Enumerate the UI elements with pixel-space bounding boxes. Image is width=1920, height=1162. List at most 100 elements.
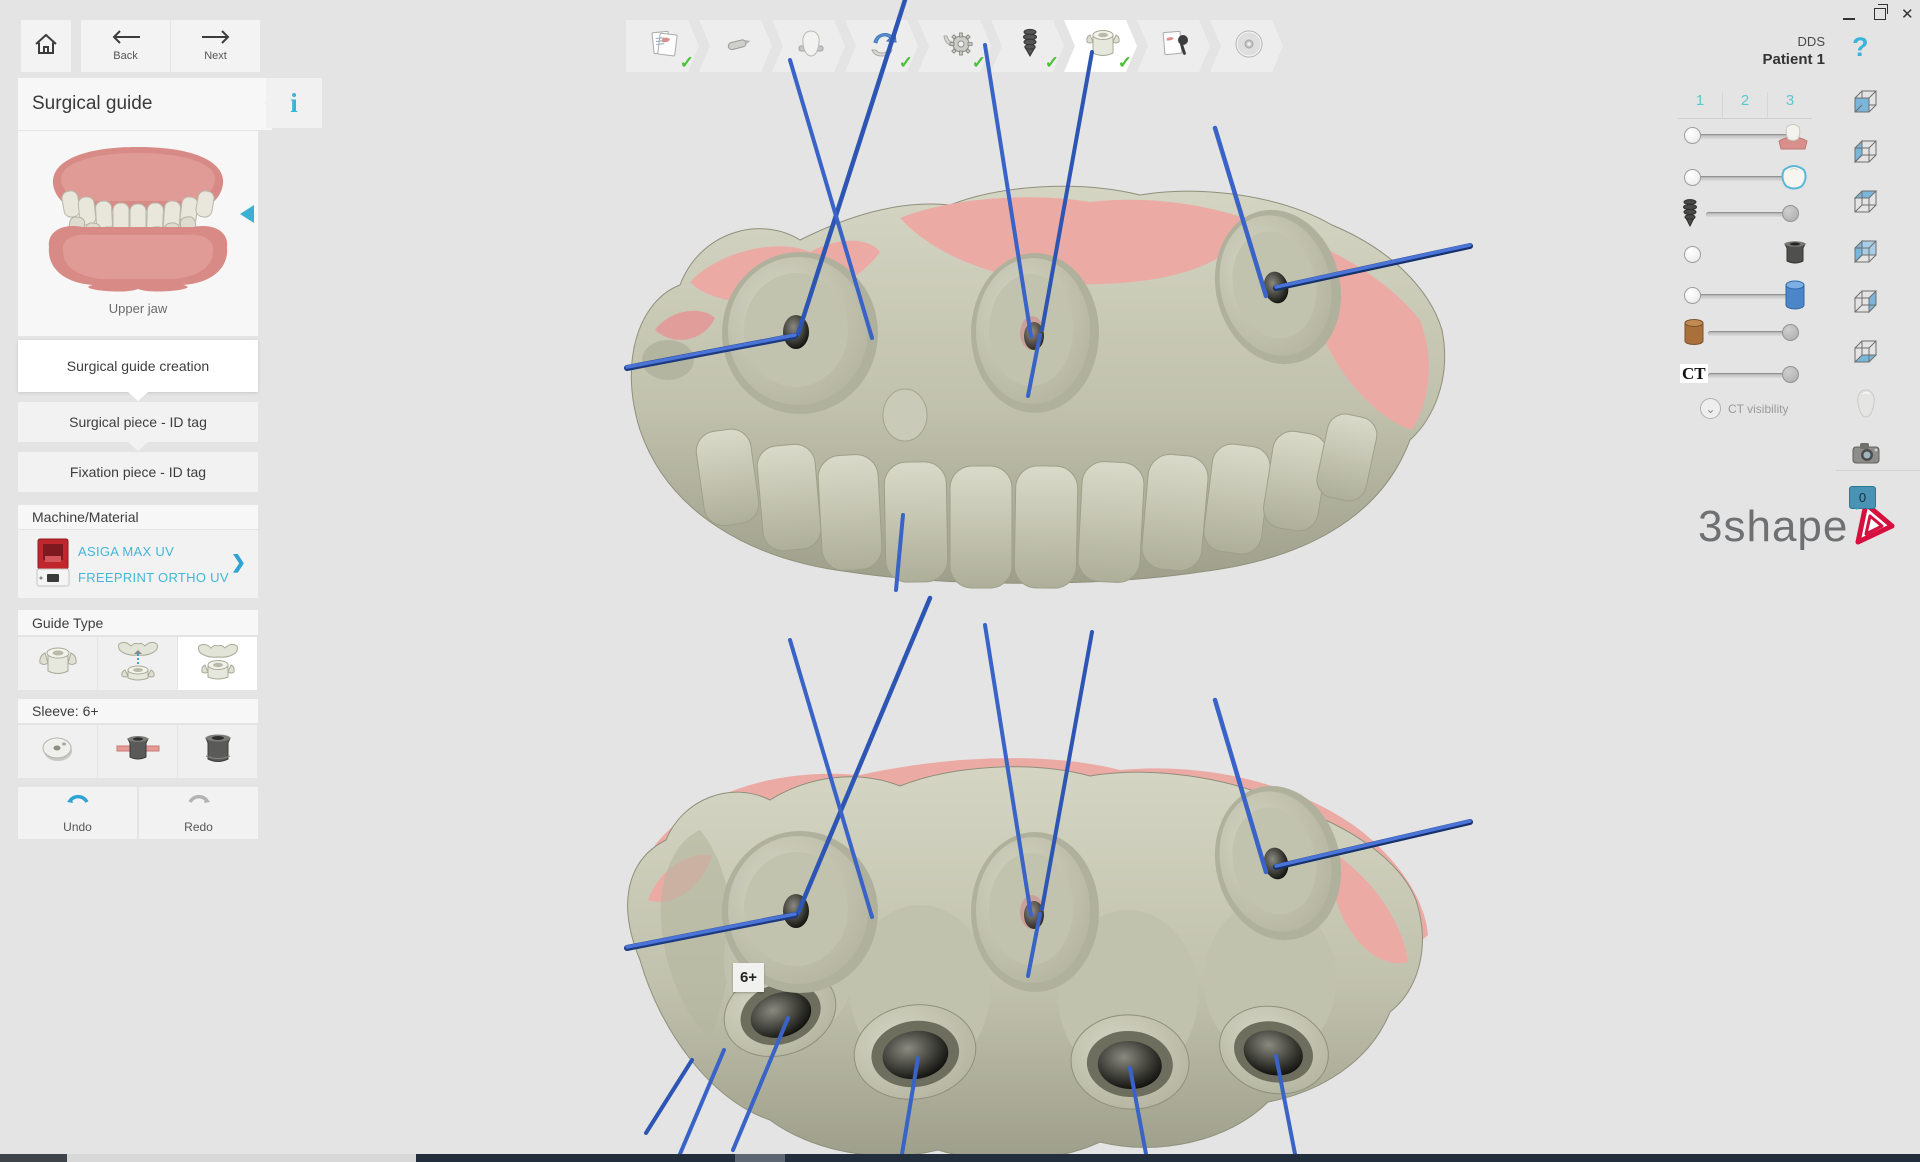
machine-material-item[interactable]: ASIGA MAX UV FREEPRINT ORTHO UV ❯ (18, 530, 258, 598)
back-arrow-icon (111, 30, 141, 49)
tab-3[interactable]: 3 (1768, 92, 1812, 118)
ct-visibility-toggle[interactable]: ⌄ CT visibility (1700, 398, 1788, 419)
patient-name: Patient 1 (1762, 51, 1825, 68)
slider-jaw-scan (1678, 119, 1818, 153)
machine-name: ASIGA MAX UV (78, 544, 174, 559)
case-prescription-icon (646, 29, 680, 64)
taskbar-edge (0, 1154, 1920, 1162)
implants-icon (1682, 198, 1698, 235)
view-cube-front[interactable] (1851, 87, 1879, 120)
check-icon: ✓ (972, 53, 986, 73)
close-icon: ✕ (1901, 6, 1914, 23)
tab-2[interactable]: 2 (1723, 92, 1768, 118)
sleeve-option-disc[interactable] (18, 725, 97, 778)
sleeve-option-sleeve-with-pin[interactable] (98, 725, 177, 778)
upper-jaw-model (627, 0, 1470, 590)
jaw-scan-slider-knob[interactable] (1684, 127, 1701, 144)
workflow-step-surgical-guide[interactable]: ✓ (1064, 20, 1137, 72)
undo-icon (65, 793, 91, 818)
jaw-preview-caption: Upper jaw (18, 301, 258, 316)
screenshot-camera-icon[interactable] (1851, 440, 1881, 471)
info-button[interactable]: i (266, 78, 322, 128)
upper-teeth (694, 411, 1380, 589)
patient-role: DDS (1762, 34, 1825, 49)
undo-label: Undo (63, 820, 92, 834)
pins-slider-track[interactable] (1708, 331, 1790, 336)
slider-sleeves (1678, 238, 1818, 272)
view-cube-back[interactable] (1851, 237, 1879, 270)
close-button[interactable]: ✕ (1901, 5, 1914, 23)
implant-studio-window: { "top_nav": { "back_label": "Back", "ne… (0, 0, 1920, 1162)
redo-icon (186, 793, 212, 818)
viewport-3d[interactable] (0, 0, 1920, 1162)
minimize-button[interactable] (1843, 12, 1857, 22)
workflow-step-scan-alignment[interactable]: ✓ (845, 20, 918, 72)
sleeve-option-sleeve[interactable] (178, 725, 257, 778)
sidebar-step-fixation-piece-id-tag[interactable]: Fixation piece - ID tag (18, 452, 258, 492)
sleeve-plain-icon (198, 732, 238, 771)
tooth-view-icon[interactable] (1851, 388, 1881, 425)
workflow-step-id-tags-report[interactable] (1137, 20, 1210, 72)
home-button[interactable] (21, 20, 71, 72)
patient-info: DDS Patient 1 (1762, 34, 1825, 68)
slider-pins (1678, 316, 1818, 350)
undo-button[interactable]: Undo (18, 787, 137, 839)
export-disc-icon (1229, 28, 1265, 65)
info-icon: i (290, 88, 298, 119)
guide-type-two-piece-separated[interactable] (98, 637, 177, 690)
annotation-count-badge[interactable]: 0 (1849, 486, 1876, 509)
pins-slider-knob[interactable] (1782, 324, 1799, 341)
sleeves-slider-knob[interactable] (1684, 246, 1701, 263)
slider-guide (1678, 279, 1818, 313)
workflow-step-anatomy[interactable] (772, 20, 845, 72)
view-cube-bottom[interactable] (1851, 337, 1879, 370)
guide-slider-track[interactable] (1692, 294, 1788, 299)
guide-type-two-piece[interactable] (178, 637, 257, 690)
ct-slider-track[interactable] (1708, 373, 1790, 378)
jaw-flip-arrow[interactable] (240, 205, 254, 223)
workflow-step-case-prescription[interactable]: ✓ (626, 20, 699, 72)
restore-button[interactable] (1874, 6, 1890, 20)
guide-single-icon (37, 643, 79, 684)
jaw-scan-slider-track[interactable] (1692, 134, 1788, 139)
view-cube-right[interactable] (1851, 287, 1879, 320)
ct-slider-knob[interactable] (1782, 366, 1799, 383)
teeth-slider-knob[interactable] (1684, 169, 1701, 186)
page-title: Surgical guide (32, 93, 152, 115)
implants-slider-track[interactable] (1706, 212, 1790, 217)
back-button[interactable]: Back (81, 20, 170, 72)
tab-1[interactable]: 1 (1678, 92, 1723, 118)
sidebar-step-surgical-guide-creation[interactable]: Surgical guide creation (18, 340, 258, 392)
next-button[interactable]: Next (171, 20, 260, 72)
implants-slider-knob[interactable] (1782, 205, 1799, 222)
pins-color-icon (1682, 318, 1706, 353)
sleeve-header: Sleeve: 6+ (18, 699, 258, 723)
workflow-bar: ✓ ✓ (626, 20, 1283, 72)
anchor-pins-lower (627, 598, 1470, 1154)
scan-alignment-icon (864, 28, 900, 65)
view-cube-top[interactable] (1851, 187, 1879, 220)
next-label: Next (204, 50, 227, 62)
material-name: FREEPRINT ORTHO UV (78, 570, 229, 585)
sleeve-disc-icon (40, 733, 76, 770)
guide-slider-knob[interactable] (1684, 287, 1701, 304)
restore-icon (1874, 8, 1886, 20)
workflow-step-export[interactable] (1210, 20, 1283, 72)
check-icon: ✓ (1118, 53, 1132, 73)
teeth-slider-track[interactable] (1692, 176, 1788, 181)
view-cube-left[interactable] (1851, 137, 1879, 170)
workflow-step-implant-planning[interactable]: ✓ (918, 20, 991, 72)
printer-icon (36, 538, 70, 593)
redo-button[interactable]: Redo (139, 787, 258, 839)
surgical-guide-model (627, 598, 1470, 1160)
redo-label: Redo (184, 820, 213, 834)
help-button[interactable]: ? (1852, 32, 1869, 63)
sidebar-step-surgical-piece-id-tag[interactable]: Surgical piece - ID tag (18, 402, 258, 442)
guide-sleeve-discs-upper (722, 196, 1357, 414)
guide-type-single-piece[interactable] (18, 637, 97, 690)
anchor-pins-upper (627, 0, 1470, 590)
chevron-right-icon: ❯ (231, 552, 246, 573)
id-tags-report-icon (1156, 28, 1192, 65)
workflow-step-implants[interactable]: ✓ (991, 20, 1064, 72)
workflow-step-scan-data[interactable] (699, 20, 772, 72)
